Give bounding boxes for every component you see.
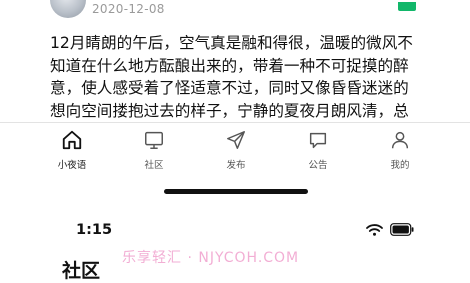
watermark: 乐享轻汇 · NJYCOH.COM <box>122 250 300 266</box>
tab-publish[interactable]: 发布 <box>204 129 268 171</box>
person-icon <box>391 131 409 149</box>
post-body-text: 12月睛朗的午后，空气真是融和得很，温暖的微风不知道在什么地方酝酿出来的，带着一… <box>50 34 413 120</box>
monitor-icon <box>145 131 163 149</box>
tab-label: 小夜语 <box>57 160 87 171</box>
battery-icon <box>390 223 414 236</box>
tab-label: 发布 <box>226 160 246 171</box>
bottom-tab-bar: 小夜语 社区 发布 公告 我的 <box>0 122 470 179</box>
screen-gap <box>0 198 470 218</box>
status-indicator-icon <box>398 2 416 11</box>
send-icon <box>227 131 245 149</box>
page-title: 社区 <box>62 260 101 282</box>
tab-community[interactable]: 社区 <box>122 129 186 171</box>
post-date: 2020-12-08 <box>92 2 165 16</box>
home-icon <box>62 130 82 150</box>
tab-home[interactable]: 小夜语 <box>40 129 104 171</box>
tab-label: 社区 <box>144 160 164 171</box>
tab-label: 我的 <box>390 160 410 171</box>
tab-announcements[interactable]: 公告 <box>286 129 350 171</box>
home-indicator <box>164 189 308 194</box>
tab-profile[interactable]: 我的 <box>368 129 432 171</box>
avatar[interactable] <box>50 0 86 18</box>
tab-label: 公告 <box>308 160 328 171</box>
chat-bubble-icon <box>309 132 327 149</box>
wifi-icon <box>366 224 383 236</box>
status-time: 1:15 <box>76 222 113 238</box>
